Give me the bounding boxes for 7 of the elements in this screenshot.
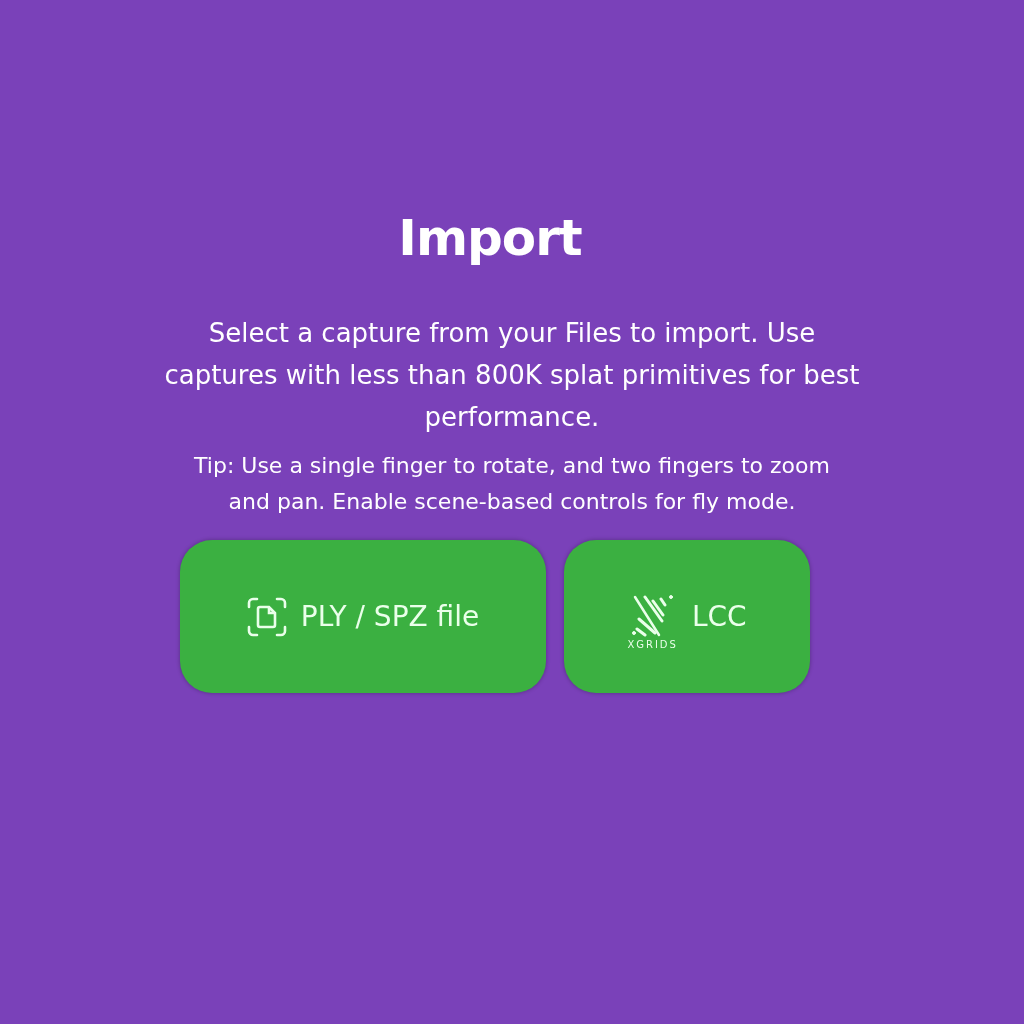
- lcc-button[interactable]: XGRIDS LCC: [564, 540, 810, 693]
- xgrids-logo: XGRIDS: [627, 594, 678, 651]
- file-scan-icon: [246, 596, 287, 637]
- page-title: Import: [398, 208, 582, 269]
- tip-text: Tip: Use a single finger to rotate, and two fingers to zoom and pan. Enable scene-based controls for fly mode.: [193, 452, 831, 516]
- file-button[interactable]: PLY / SPZ file: [180, 540, 546, 693]
- description: Select a capture from your Files to import. Use captures with less than 800K splat primitives for best performance.: [163, 317, 861, 434]
